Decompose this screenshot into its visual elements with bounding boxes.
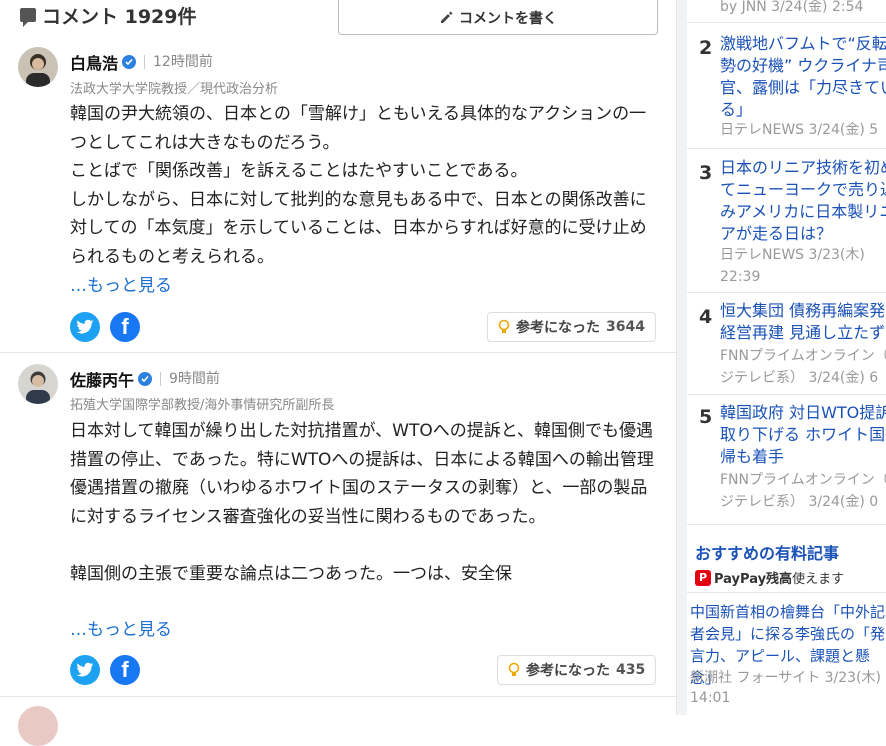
paypay-logo-icon: P xyxy=(695,569,711,586)
show-more-link[interactable]: …もっと見る xyxy=(70,271,172,296)
divider xyxy=(687,22,886,23)
avatar[interactable] xyxy=(18,706,58,746)
recommend-article-meta: 新潮社 フォーサイト 3/23(木) 14:01 xyxy=(690,670,881,706)
ranking-title[interactable]: 激戦地バフムトで“反転攻勢の好機” ウクライナ司令官、露側は「力尽きている」 xyxy=(720,33,886,121)
ranking-meta: FNNプライムオンライン（フジテレビ系） 3/24(金) 6 xyxy=(720,348,886,386)
ranking-meta: by JNN 3/24(金) 2:54 xyxy=(720,0,864,15)
comment-icon xyxy=(20,8,36,27)
ranking-title[interactable]: 恒大集団 債務再編案発表経営再建 見通し立たず xyxy=(720,300,886,344)
ranking-number: 5 xyxy=(699,406,713,428)
ranking-title[interactable]: 韓国政府 対日WTO提訴を取り下げる ホワイト国復帰も着手 xyxy=(720,402,886,468)
divider xyxy=(687,292,886,293)
helpful-count: 3644 xyxy=(606,319,645,335)
twitter-share-button[interactable] xyxy=(70,655,100,685)
twitter-icon xyxy=(76,662,94,677)
avatar[interactable] xyxy=(18,47,58,87)
comment-column: コメント 1929件 コメントを書く 白鳥浩 12時間前 法政大学大学院教授／現… xyxy=(0,0,677,746)
verified-badge-icon xyxy=(138,372,153,386)
facebook-icon: f xyxy=(121,314,129,339)
recommend-heading: おすすめの有料記事 xyxy=(695,544,840,563)
helpful-label: 参考になった xyxy=(526,663,610,679)
helpful-label: 参考になった xyxy=(516,320,600,336)
commenter-name-row: 佐藤丙午 9時間前 xyxy=(70,367,220,391)
twitter-share-button[interactable] xyxy=(70,312,100,342)
write-comment-button[interactable]: コメントを書く xyxy=(338,0,658,35)
ranking-number: 3 xyxy=(699,162,713,184)
paypay-badge: P PayPay残高 使えます xyxy=(695,568,844,587)
verified-badge-icon xyxy=(122,55,137,69)
helpful-button[interactable]: 参考になった 435 xyxy=(497,655,657,685)
commenter-title: 拓殖大学国際学部教授/海外事情研究所副所長 xyxy=(70,398,335,413)
comment-time: 9時間前 xyxy=(160,372,220,386)
commenter-name[interactable]: 佐藤丙午 xyxy=(70,367,134,391)
avatar[interactable] xyxy=(18,364,58,404)
comment-header: コメント 1929件 xyxy=(20,0,197,30)
lightbulb-icon xyxy=(498,319,510,333)
divider xyxy=(687,394,886,395)
ranking-meta: 日テレNEWS 3/23(木) 22:39 xyxy=(720,247,865,285)
pencil-icon xyxy=(441,11,453,23)
share-buttons: f xyxy=(70,312,140,342)
twitter-icon xyxy=(76,319,94,334)
comment-body: 日本対して韓国が繰り出した対抗措置が、WTOへの提訴と、韓国側でも優遇措置の停止… xyxy=(70,421,654,584)
divider xyxy=(687,592,886,593)
helpful-button[interactable]: 参考になった 3644 xyxy=(487,312,656,342)
paypay-text: 使えます xyxy=(792,572,845,587)
divider xyxy=(687,148,886,149)
ranking-meta: FNNプライムオンライン（フジテレビ系） 3/24(金) 0 xyxy=(720,472,886,510)
comment-count-title: コメント 1929件 xyxy=(42,5,197,28)
facebook-icon: f xyxy=(121,657,129,682)
ranking-number: 2 xyxy=(699,37,713,59)
divider xyxy=(0,696,676,697)
comment-body: 韓国の尹大統領の、日本との「雪解け」ともいえる具体的なアクションの一つとしてこれ… xyxy=(70,104,647,267)
ranking-meta: 日テレNEWS 3/24(金) 5 xyxy=(720,122,879,138)
ranking-number: 4 xyxy=(699,306,713,328)
commenter-title: 法政大学大学院教授／現代政治分析 xyxy=(70,82,279,97)
share-buttons: f xyxy=(70,655,140,685)
comment-time: 12時間前 xyxy=(144,55,213,69)
helpful-count: 435 xyxy=(616,662,646,678)
show-more-link[interactable]: …もっと見る xyxy=(70,615,172,640)
write-comment-label: コメントを書く xyxy=(459,10,557,27)
facebook-share-button[interactable]: f xyxy=(110,655,140,685)
commenter-name-row: 白鳥浩 12時間前 xyxy=(70,50,213,74)
ranking-title[interactable]: 日本のリニア技術を初めてニューヨークで売り込みアメリカに日本製リニアが走る日は？ xyxy=(720,157,886,245)
facebook-share-button[interactable]: f xyxy=(110,312,140,342)
lightbulb-icon xyxy=(508,662,520,676)
divider xyxy=(687,524,886,525)
divider xyxy=(0,352,676,353)
paypay-brand: PayPay残高 xyxy=(714,572,793,587)
commenter-name[interactable]: 白鳥浩 xyxy=(70,50,118,74)
sidebar: by JNN 3/24(金) 2:54 2 激戦地バフムトで“反転攻勢の好機” … xyxy=(677,0,886,715)
